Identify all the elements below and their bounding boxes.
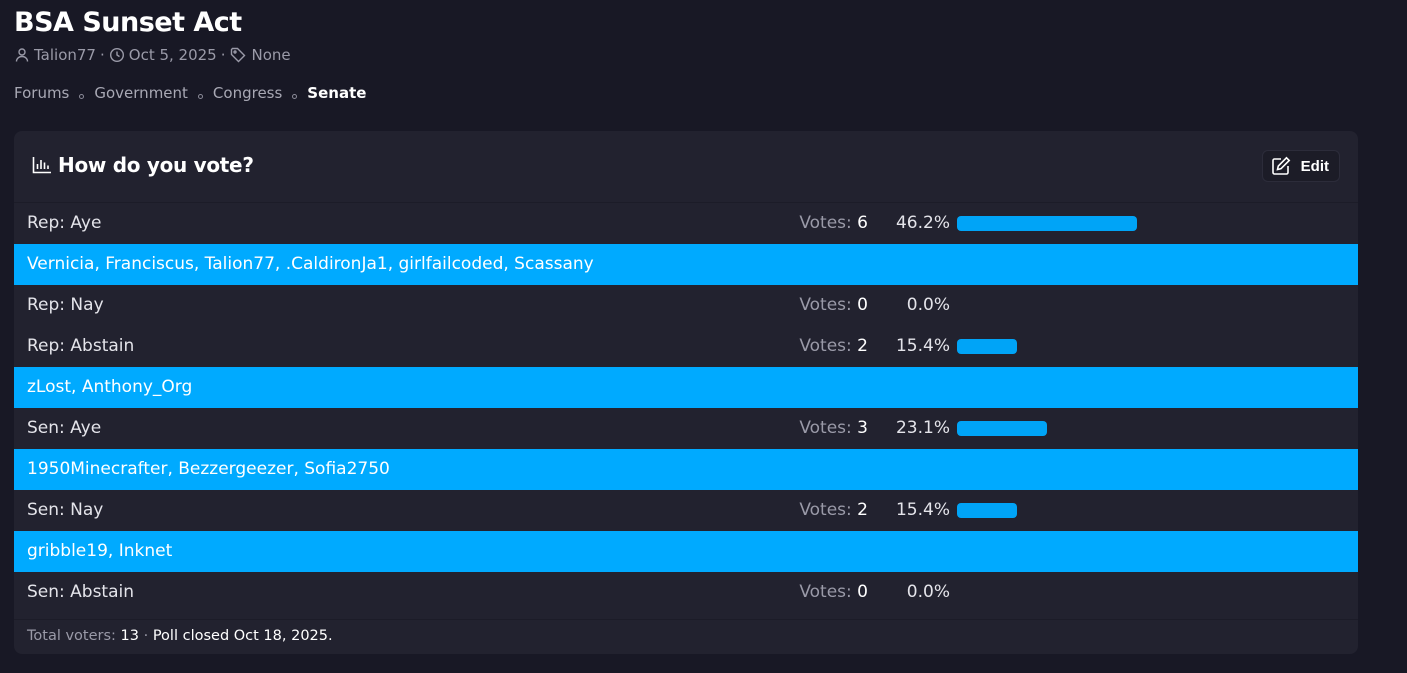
poll-option-label: Rep: Aye (27, 213, 102, 233)
poll-option-label: Sen: Abstain (27, 582, 135, 602)
poll-option-votes: Votes: 0 (714, 582, 868, 602)
poll-voter-list-row: gribble19, Inknet (14, 531, 1358, 572)
poll-option-votes: Votes: 6 (714, 213, 868, 233)
poll-option-row: Sen: Abstain Votes: 0 0.0% (14, 572, 1358, 613)
voter-names[interactable]: 1950Minecrafter, Bezzergeezer, Sofia2750 (27, 459, 390, 479)
breadcrumb-separator (79, 93, 85, 99)
poll-option-bar (957, 421, 1047, 436)
post-date-text: Oct 5, 2025 (128, 46, 217, 64)
poll-closed-text: Poll closed Oct 18, 2025. (152, 628, 333, 644)
poll-option-percent: 46.2% (895, 213, 950, 233)
poll-option-label: Rep: Nay (27, 295, 104, 315)
meta-separator: · (220, 46, 226, 64)
user-icon (15, 48, 29, 62)
poll-option-label: Rep: Abstain (27, 336, 135, 356)
poll-option-row: Sen: Aye Votes: 3 23.1% (14, 408, 1358, 449)
breadcrumb-separator (197, 93, 203, 99)
poll-option-bar-track (957, 421, 1317, 436)
poll-option-votes: Votes: 2 (714, 500, 868, 520)
poll-header: How do you vote? Edit (14, 131, 1358, 203)
poll-option-row: Rep: Nay Votes: 0 0.0% (14, 285, 1358, 326)
tags-value: None (251, 46, 291, 64)
meta-separator: · (99, 46, 105, 64)
author-link[interactable]: Talion77 (14, 46, 96, 64)
poll-option-bar-track (957, 339, 1317, 354)
poll-option-percent: 15.4% (895, 336, 950, 356)
votes-count: 0 (857, 295, 868, 315)
breadcrumb-forums[interactable]: Forums (14, 84, 69, 102)
poll-option-votes: Votes: 0 (714, 295, 868, 315)
poll-option-row: Rep: Abstain Votes: 2 15.4% (14, 326, 1358, 367)
total-voters-value: 13 (120, 628, 139, 644)
poll-footer-text: Total voters: 13 · Poll closed Oct 18, 2… (27, 628, 333, 644)
votes-label: Votes: (799, 213, 852, 233)
poll-block: How do you vote? Edit Rep: Aye Votes: 6 46… (14, 131, 1358, 654)
poll-question: How do you vote? (58, 153, 254, 177)
poll-option-bar-track (957, 216, 1317, 231)
poll-option-percent: 23.1% (895, 418, 950, 438)
poll-results: Rep: Aye Votes: 6 46.2% Vernicia, Franciscu… (14, 203, 1358, 613)
breadcrumb: Forums Government Congress Senate (14, 84, 366, 102)
footer-separator: · (143, 628, 149, 644)
votes-label: Votes: (799, 295, 852, 315)
post-date[interactable]: Oct 5, 2025 (109, 46, 217, 64)
poll-option-label: Sen: Nay (27, 500, 104, 520)
poll-title: How do you vote? (32, 153, 254, 177)
edit-poll-button[interactable]: Edit (1261, 150, 1340, 182)
poll-option-bar (957, 216, 1137, 231)
poll-option-votes: Votes: 2 (714, 336, 868, 356)
breadcrumb-government[interactable]: Government (94, 84, 188, 102)
voter-names[interactable]: Vernicia, Franciscus, Talion77, .Caldiro… (27, 254, 594, 274)
clock-icon (109, 47, 124, 63)
thread-page: BSA Sunset Act Talion77 · Oct 5, 2025 · … (0, 0, 1407, 673)
votes-label: Votes: (799, 336, 852, 356)
poll-option-row: Sen: Nay Votes: 2 15.4% (14, 490, 1358, 531)
poll-option-bar-track (957, 585, 1317, 600)
poll-option-percent: 0.0% (906, 295, 950, 315)
poll-option-percent: 15.4% (895, 500, 950, 520)
poll-voter-list-row: zLost, Anthony_Org (14, 367, 1358, 408)
poll-option-votes: Votes: 3 (714, 418, 868, 438)
votes-count: 0 (857, 582, 868, 602)
poll-footer: Total voters: 13 · Poll closed Oct 18, 2… (14, 619, 1358, 654)
tag-icon (230, 47, 246, 63)
poll-option-percent: 0.0% (906, 582, 950, 602)
bar-chart-icon (32, 157, 51, 174)
author-name: Talion77 (34, 46, 96, 64)
edit-label: Edit (1300, 157, 1329, 175)
edit-icon (1271, 156, 1290, 175)
tags: None (230, 46, 291, 64)
poll-option-row: Rep: Aye Votes: 6 46.2% (14, 203, 1358, 244)
votes-count: 3 (857, 418, 868, 438)
breadcrumb-congress[interactable]: Congress (213, 84, 282, 102)
breadcrumb-separator (292, 93, 298, 99)
poll-option-bar (957, 339, 1017, 354)
poll-option-bar-track (957, 503, 1317, 518)
poll-voter-list-row: Vernicia, Franciscus, Talion77, .Caldiro… (14, 244, 1358, 285)
poll-option-bar-track (957, 298, 1317, 313)
total-voters-label: Total voters: (27, 628, 116, 644)
poll-option-bar (957, 503, 1017, 518)
votes-count: 2 (857, 500, 868, 520)
votes-label: Votes: (799, 418, 852, 438)
votes-count: 6 (857, 213, 868, 233)
votes-count: 2 (857, 336, 868, 356)
voter-names[interactable]: gribble19, Inknet (27, 541, 172, 561)
votes-label: Votes: (799, 582, 852, 602)
poll-voter-list-row: 1950Minecrafter, Bezzergeezer, Sofia2750 (14, 449, 1358, 490)
thread-title: BSA Sunset Act (14, 7, 242, 38)
voter-names[interactable]: zLost, Anthony_Org (27, 377, 192, 397)
poll-option-label: Sen: Aye (27, 418, 102, 438)
breadcrumb-senate[interactable]: Senate (307, 84, 366, 102)
votes-label: Votes: (799, 500, 852, 520)
thread-meta: Talion77 · Oct 5, 2025 · None (14, 46, 291, 64)
